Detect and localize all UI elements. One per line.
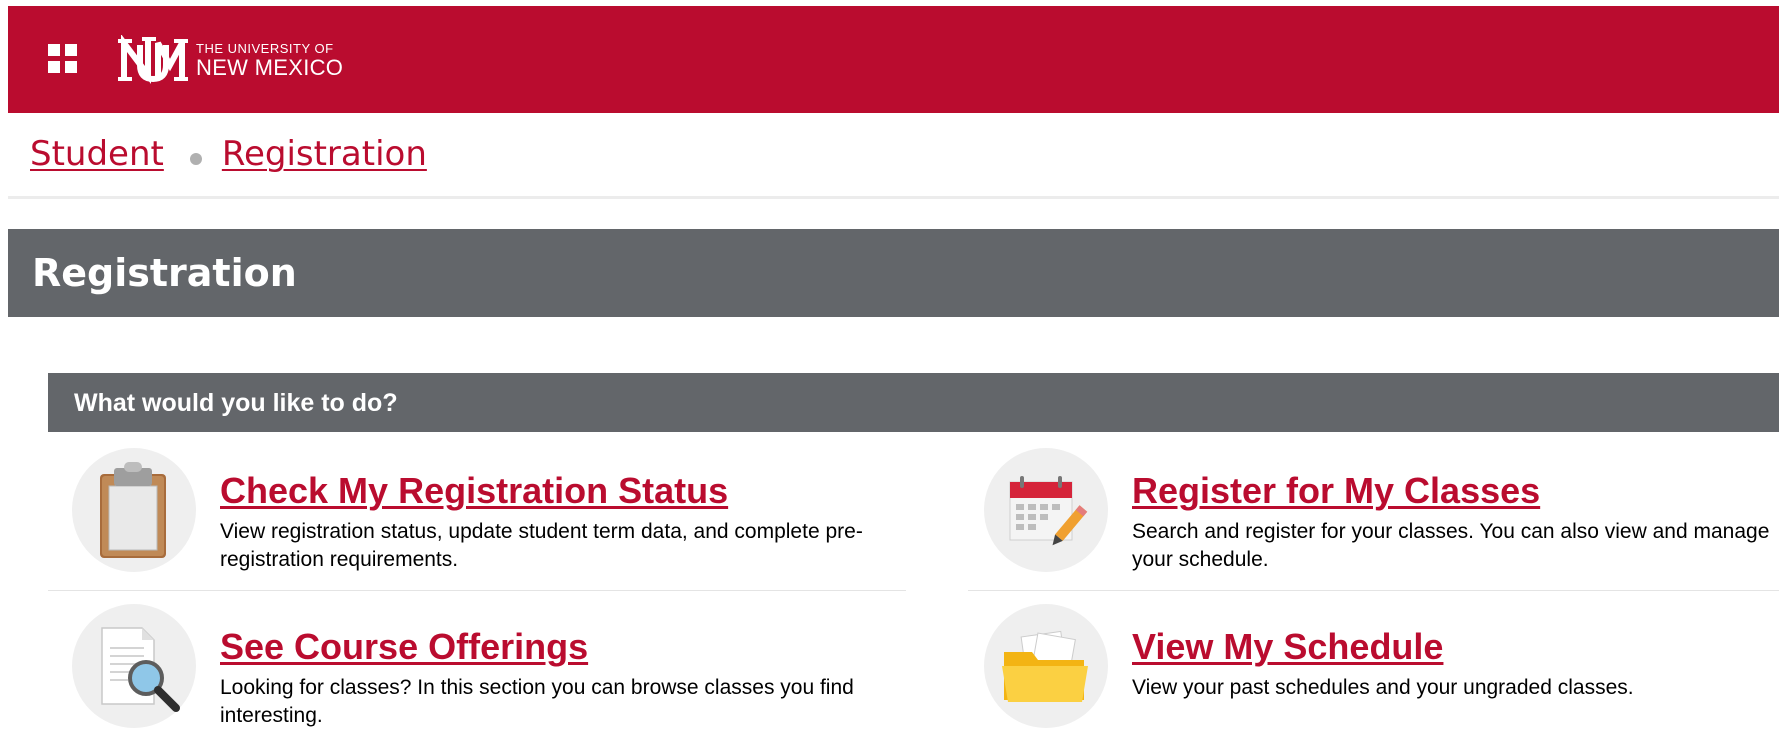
page-title: Registration [32, 251, 297, 295]
magnifier-document-icon[interactable] [72, 604, 196, 728]
section-title: What would you like to do? [74, 389, 398, 417]
top-header: THE UNIVERSITY OF NEW MEXICO [8, 6, 1779, 113]
section-header: What would you like to do? [48, 373, 1779, 432]
logo-line2: NEW MEXICO [196, 54, 344, 80]
logo-line1: THE UNIVERSITY OF [196, 40, 334, 56]
breadcrumb: Student Registration [30, 132, 427, 176]
page-frame: THE UNIVERSITY OF NEW MEXICO Student Reg… [8, 6, 1779, 740]
check-registration-status-link[interactable]: Check My Registration Status [220, 470, 728, 512]
page-title-band: Registration [8, 229, 1779, 317]
breadcrumb-divider [8, 196, 1779, 199]
calendar-icon[interactable] [984, 448, 1108, 572]
clipboard-icon[interactable] [72, 448, 196, 572]
row-divider-right [968, 590, 1779, 591]
app-grid-icon[interactable] [48, 44, 78, 74]
option-register-for-classes: Register for My Classes Search and regis… [960, 446, 1779, 576]
register-for-classes-link[interactable]: Register for My Classes [1132, 470, 1540, 512]
breadcrumb-separator [189, 153, 202, 165]
see-course-offerings-link[interactable]: See Course Offerings [220, 626, 588, 668]
view-my-schedule-description: View your past schedules and your ungrad… [1132, 676, 1634, 699]
breadcrumb-registration-link[interactable]: Registration [222, 134, 427, 174]
option-see-course-offerings: See Course Offerings Looking for classes… [48, 602, 868, 732]
option-check-registration-status: Check My Registration Status View regist… [48, 446, 868, 576]
unm-monogram-icon [118, 35, 188, 84]
check-registration-status-description: View registration status, update student… [220, 520, 863, 571]
register-for-classes-description: Search and register for your classes. Yo… [1132, 520, 1770, 571]
unm-logo[interactable]: THE UNIVERSITY OF NEW MEXICO [118, 32, 343, 88]
breadcrumb-student-link[interactable]: Student [30, 134, 164, 174]
folder-icon[interactable] [984, 604, 1108, 728]
row-divider-left [48, 590, 906, 591]
option-view-my-schedule: View My Schedule View your past schedule… [960, 602, 1779, 732]
unm-wordmark: THE UNIVERSITY OF NEW MEXICO [196, 42, 343, 79]
see-course-offerings-description: Looking for classes? In this section you… [220, 676, 854, 727]
view-my-schedule-link[interactable]: View My Schedule [1132, 626, 1443, 668]
